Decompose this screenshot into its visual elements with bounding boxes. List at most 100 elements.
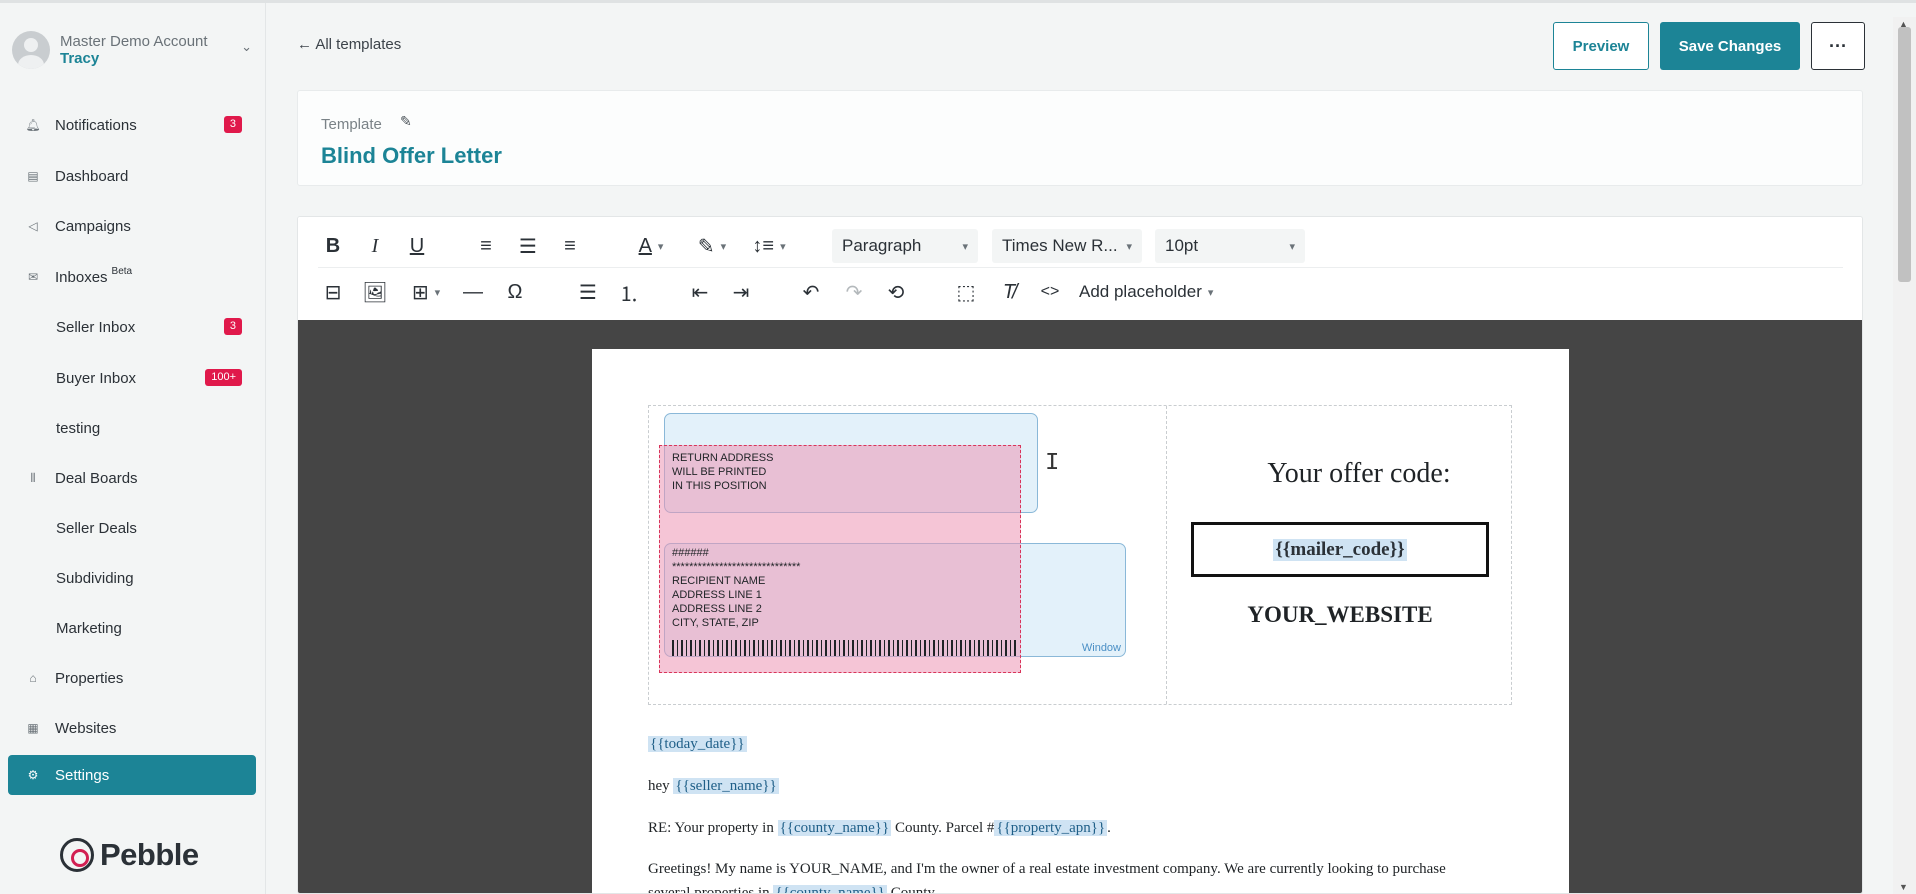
align-left-icon[interactable]: ≡ bbox=[471, 229, 501, 263]
all-templates-link[interactable]: ← All templates bbox=[297, 36, 401, 53]
chevron-down-icon: ▾ bbox=[1289, 240, 1295, 253]
account-switcher[interactable]: Master Demo Account Tracy ⌄ bbox=[12, 25, 260, 75]
logo-text: Pebble bbox=[100, 837, 199, 872]
align-center-icon[interactable]: ☰ bbox=[513, 229, 543, 263]
paragraph-1: Greetings! My name is YOUR_NAME, and I'm… bbox=[648, 861, 1446, 877]
scrollbar-thumb[interactable] bbox=[1898, 27, 1911, 282]
top-border bbox=[0, 0, 1916, 3]
sidebar-item-buyer-inbox[interactable]: Buyer Inbox 100+ bbox=[8, 358, 256, 398]
sidebar-item-subdividing[interactable]: Subdividing bbox=[8, 558, 256, 598]
return-address-block: RETURN ADDRESS WILL BE PRINTED IN THIS P… bbox=[672, 452, 774, 492]
special-character-icon[interactable]: Ω bbox=[500, 275, 530, 309]
table-icon[interactable]: ⊞ ▾ bbox=[402, 275, 450, 309]
envelope-divider bbox=[1166, 406, 1167, 704]
text-color-icon[interactable]: A ▾ bbox=[624, 229, 678, 263]
rich-text-editor: B I U ≡ ☰ ≡ A ▾ ✎ ▾ ↕≡ ▾ Paragraph ▾ Times N… bbox=[297, 216, 1863, 894]
pebble-logo-icon bbox=[60, 838, 94, 872]
clear-formatting-icon[interactable]: T̸ bbox=[994, 275, 1024, 309]
chevron-down-icon[interactable]: ⌄ bbox=[241, 39, 252, 55]
numbered-list-icon[interactable]: ⒈ bbox=[614, 275, 644, 309]
block-format-select[interactable]: Paragraph ▾ bbox=[832, 229, 978, 263]
add-placeholder-menu[interactable]: Add placeholder ▾ bbox=[1079, 275, 1229, 309]
sidebar-item-settings[interactable]: ⚙ Settings bbox=[8, 755, 256, 795]
letter-page[interactable]: Window RETURN ADDRESS WILL BE PRINTED IN… bbox=[592, 349, 1569, 894]
horizontal-line-icon[interactable]: — bbox=[458, 275, 488, 309]
template-title: Blind Offer Letter bbox=[321, 143, 502, 168]
indent-icon[interactable]: ⇥ bbox=[726, 275, 756, 309]
sidebar-item-seller-inbox[interactable]: Seller Inbox 3 bbox=[8, 307, 256, 347]
re-prefix-text: RE: Your property in bbox=[648, 820, 778, 836]
edit-icon[interactable]: ✎ bbox=[400, 113, 412, 130]
font-family-select[interactable]: Times New R... ▾ bbox=[992, 229, 1142, 263]
greeting-text: hey bbox=[648, 778, 674, 794]
account-user: Tracy bbox=[60, 50, 100, 67]
sidebar-item-deal-boards[interactable]: ⫴ Deal Boards bbox=[8, 458, 256, 498]
image-icon[interactable]: 🖼︎ bbox=[360, 275, 390, 309]
print-area: RETURN ADDRESS WILL BE PRINTED IN THIS P… bbox=[659, 445, 1021, 673]
sidebar-item-label: testing bbox=[56, 419, 101, 437]
sidebar-item-inboxes[interactable]: ✉ Inboxes Beta bbox=[8, 257, 256, 297]
page-break-icon[interactable]: ⊟ bbox=[318, 275, 348, 309]
redo-icon[interactable]: ↷ bbox=[839, 275, 869, 309]
sidebar-item-campaigns[interactable]: ◁ Campaigns bbox=[8, 206, 256, 246]
outdent-icon[interactable]: ⇤ bbox=[685, 275, 715, 309]
seller-name-placeholder[interactable]: {{seller_name}} bbox=[673, 778, 779, 794]
sidebar-item-seller-deals[interactable]: Seller Deals bbox=[8, 508, 256, 548]
history-icon[interactable]: ⟲ bbox=[881, 275, 911, 309]
board-icon: ⫴ bbox=[30, 470, 36, 485]
sidebar-item-properties[interactable]: ⌂ Properties bbox=[8, 658, 256, 698]
bullet-list-icon[interactable]: ☰ bbox=[573, 275, 603, 309]
page-scrollbar[interactable]: ▲ ▼ bbox=[1893, 17, 1916, 894]
line-height-icon[interactable]: ↕≡ ▾ bbox=[745, 229, 793, 263]
sidebar-item-marketing[interactable]: Marketing bbox=[8, 608, 256, 648]
avatar bbox=[12, 31, 50, 69]
sidebar-item-label: Properties bbox=[55, 669, 124, 687]
pebble-logo[interactable]: Pebble bbox=[60, 837, 199, 873]
italic-icon[interactable]: I bbox=[360, 229, 390, 263]
source-code-icon[interactable]: <> bbox=[1035, 275, 1065, 309]
notification-count-badge: 3 bbox=[223, 116, 242, 133]
sidebar-item-label: Buyer Inbox bbox=[56, 369, 137, 387]
seller-inbox-count-badge: 3 bbox=[223, 318, 242, 335]
preview-button[interactable]: Preview bbox=[1553, 22, 1649, 70]
sidebar: Master Demo Account Tracy ⌄ 🔔︎ Notificat… bbox=[0, 3, 266, 894]
sidebar-item-notifications[interactable]: 🔔︎ Notifications 3 bbox=[8, 105, 256, 145]
window-label: Window bbox=[1081, 642, 1121, 654]
re-line: RE: Your property in {{county_name}} Cou… bbox=[648, 820, 1111, 837]
sidebar-item-testing[interactable]: testing bbox=[8, 408, 256, 448]
sidebar-item-label: Seller Deals bbox=[56, 519, 137, 537]
document-canvas: Window RETURN ADDRESS WILL BE PRINTED IN… bbox=[298, 320, 1862, 894]
paragraph-1-cont-text: several properties in bbox=[648, 885, 774, 894]
properties-icon: ⌂ bbox=[29, 671, 37, 685]
bold-icon[interactable]: B bbox=[318, 229, 348, 263]
mailer-code-placeholder[interactable]: {{mailer_code}} bbox=[1273, 538, 1407, 561]
sidebar-item-label: Notifications bbox=[55, 116, 137, 134]
highlight-color-icon[interactable]: ✎ ▾ bbox=[685, 229, 739, 263]
barcode bbox=[672, 640, 1017, 656]
underline-icon[interactable]: U bbox=[402, 229, 432, 263]
property-apn-placeholder[interactable]: {{property_apn}} bbox=[994, 820, 1108, 836]
toolbar-divider bbox=[318, 267, 1843, 268]
gear-icon: ⚙ bbox=[27, 768, 39, 782]
today-date-placeholder[interactable]: {{today_date}} bbox=[648, 736, 747, 752]
county-name-placeholder-2[interactable]: {{county_name}} bbox=[773, 885, 887, 893]
align-right-icon[interactable]: ≡ bbox=[555, 229, 585, 263]
select-all-icon[interactable]: ⬚ bbox=[951, 275, 981, 309]
scroll-down-icon[interactable]: ▼ bbox=[1899, 882, 1908, 892]
back-link-label: All templates bbox=[315, 36, 402, 53]
beta-tag: Beta bbox=[111, 265, 133, 277]
sidebar-item-label: Inboxes bbox=[55, 268, 108, 286]
county-name-placeholder[interactable]: {{county_name}} bbox=[777, 820, 892, 836]
sidebar-item-label: Settings bbox=[55, 766, 110, 784]
sidebar-item-websites[interactable]: ▦ Websites bbox=[8, 708, 256, 748]
undo-icon[interactable]: ↶ bbox=[796, 275, 826, 309]
sidebar-item-dashboard[interactable]: ▤ Dashboard bbox=[8, 156, 256, 196]
date-line: {{today_date}} bbox=[648, 736, 747, 753]
save-changes-button[interactable]: Save Changes bbox=[1660, 22, 1800, 70]
template-header-card: Template ✎ Blind Offer Letter bbox=[297, 90, 1863, 186]
re-suffix-text: . bbox=[1107, 820, 1111, 836]
recipient-address-block: ###### ****************************** RE… bbox=[672, 547, 801, 629]
block-format-value: Paragraph bbox=[842, 236, 922, 255]
font-size-select[interactable]: 10pt ▾ bbox=[1155, 229, 1305, 263]
more-options-button[interactable]: ··· bbox=[1811, 22, 1865, 70]
